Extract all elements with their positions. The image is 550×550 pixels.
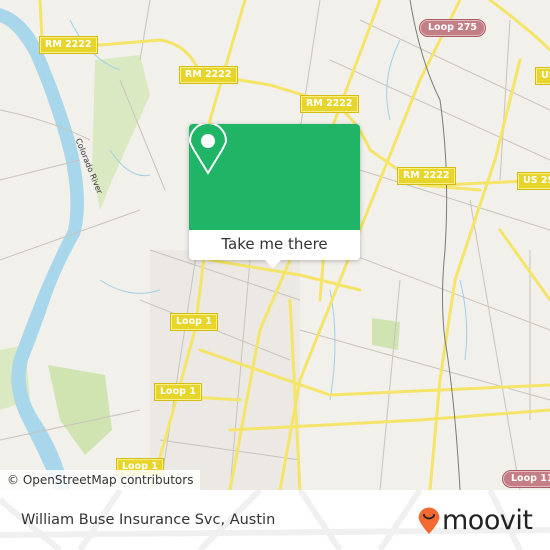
road-shield-loop275: Loop 275 [418,19,487,37]
popup-tail [264,259,282,268]
moovit-wordmark: moovit [442,504,533,536]
road-shield-rm2222: RM 2222 [397,167,456,185]
map-pin-icon [189,124,227,175]
road-shield-us29: US 29 [534,67,550,85]
road-shield-rm2222: RM 2222 [39,36,98,54]
moovit-logo[interactable]: moovit [417,503,533,537]
place-name: William Buse Insurance Svc, Austin [21,512,276,528]
take-me-there-button[interactable]: Take me there [189,230,360,260]
map[interactable]: RM 2222 RM 2222 RM 2222 RM 2222 Loop 275… [0,0,550,490]
road-shield-rm2222: RM 2222 [300,95,359,113]
location-popup: Take me there [189,124,360,268]
popup-header [189,124,360,230]
map-attribution[interactable]: © OpenStreetMap contributors [0,470,201,490]
road-shield-loop111: Loop 111 [501,470,550,488]
moovit-pin-icon [418,507,440,534]
road-shield-loop1: Loop 1 [170,313,218,331]
road-shield-loop1: Loop 1 [154,383,202,401]
footer: William Buse Insurance Svc, Austin moovi… [0,490,550,550]
road-shield-rm2222: RM 2222 [179,66,238,84]
road-shield-us29: US 29 [516,172,550,190]
